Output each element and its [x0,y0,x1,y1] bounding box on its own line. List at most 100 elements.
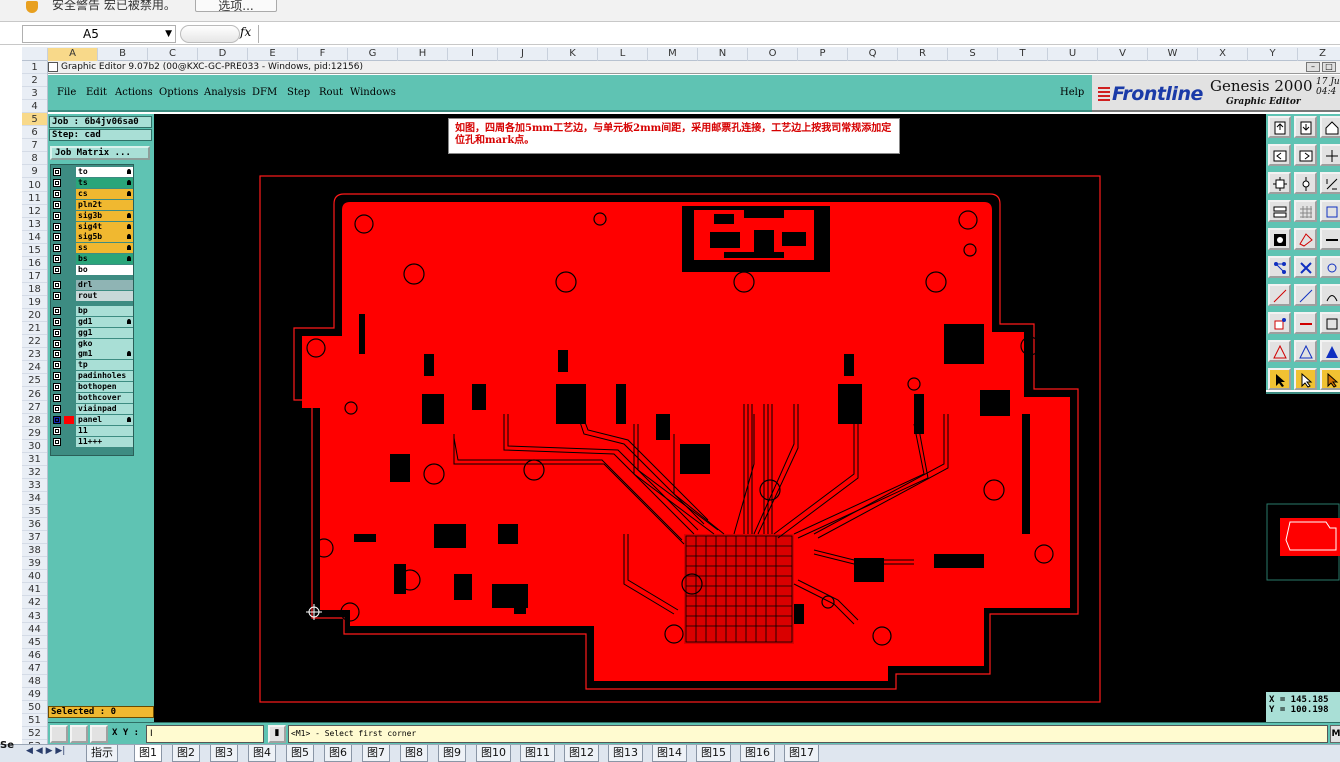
column-header[interactable]: K [548,48,598,61]
row-header[interactable]: 18 [22,283,47,297]
sheet-tab[interactable]: 图4 [248,745,276,762]
sheet-tab[interactable]: 图15 [696,745,731,762]
cross-icon[interactable] [1294,256,1317,278]
column-header[interactable]: I [448,48,498,61]
column-header[interactable]: P [798,48,848,61]
layer-checkbox[interactable] [53,437,61,446]
row-header[interactable]: 35 [22,505,47,519]
menu-options[interactable]: Options [159,87,198,98]
row-header[interactable]: 47 [22,662,47,675]
layer-checkbox[interactable] [53,222,61,231]
insert-function-icon[interactable]: fx [240,25,251,39]
menu-rout[interactable]: Rout [319,87,343,98]
layer-row[interactable]: viainpad [51,403,133,414]
fit-icon[interactable] [1268,172,1291,194]
select-all-corner[interactable] [22,48,48,61]
zoom-left-icon[interactable] [1268,144,1291,166]
row-header[interactable]: 33 [22,479,47,492]
row-header[interactable]: 23 [22,348,47,362]
row-header[interactable]: 3 [22,87,47,101]
column-header[interactable]: L [598,48,648,61]
layer-checkbox[interactable] [53,372,61,381]
formula-expand-button[interactable] [180,25,240,43]
sheet-tab[interactable]: 图6 [324,745,352,762]
column-header[interactable]: W [1148,48,1198,61]
column-header[interactable]: C [148,48,198,61]
sheet-tab[interactable]: 图8 [400,745,428,762]
sheet-tab[interactable]: 图3 [210,745,238,762]
menu-file[interactable]: File [57,87,76,98]
dash-icon[interactable] [1294,312,1317,334]
layer-checkbox[interactable] [53,168,61,176]
layer-checkbox[interactable] [53,244,61,253]
row-header[interactable]: 27 [22,401,47,414]
sheet-tab[interactable]: 图1 [134,745,162,762]
column-header[interactable]: E [248,48,298,61]
row-header[interactable]: 4 [22,100,47,114]
row-header[interactable]: 20 [22,309,47,323]
layers-icon[interactable] [1268,200,1291,222]
column-header[interactable]: B [98,48,148,61]
column-header[interactable]: D [198,48,248,61]
graphics-canvas[interactable] [154,114,1266,722]
layer-row[interactable]: bp [51,305,133,316]
layer-row[interactable]: pln2t [51,199,133,210]
row-header[interactable]: 39 [22,557,47,571]
layer-checkbox[interactable] [53,291,61,300]
column-header[interactable]: J [498,48,548,61]
column-header[interactable]: O [748,48,798,61]
layer-row[interactable]: bothcover [51,393,133,403]
column-header[interactable]: F [298,48,348,61]
row-header[interactable]: 15 [22,244,47,257]
row-header[interactable]: 43 [22,610,47,623]
row-header[interactable]: 46 [22,649,47,662]
sheet-tab[interactable]: 指示 [86,745,118,762]
line-icon[interactable] [1294,284,1317,306]
layer-checkbox[interactable] [53,426,61,435]
row-header[interactable]: 45 [22,636,47,649]
layer-checkbox[interactable] [53,415,61,424]
row-header[interactable]: 51 [22,714,47,727]
layer-row[interactable]: 11+++ [51,436,133,447]
layer-checkbox[interactable] [53,350,61,359]
home-icon[interactable] [1320,116,1340,138]
sheet-tab[interactable]: 图16 [740,745,775,762]
column-header[interactable]: U [1048,48,1098,61]
layer-row[interactable]: gd1 [51,316,133,327]
row-header[interactable]: 29 [22,427,47,440]
row-header[interactable]: 17 [22,270,47,283]
layer-checkbox[interactable] [53,306,61,315]
sheet-tab[interactable]: 图13 [608,745,643,762]
zoom-box-icon[interactable] [50,725,68,743]
select-line-icon[interactable] [1320,228,1340,250]
row-header[interactable]: 21 [22,322,47,336]
layer-row[interactable]: ts [51,177,133,188]
layer-row[interactable]: gm1 [51,349,133,360]
sheet-nav-arrows[interactable]: ◀ ◀ ▶ ▶| [26,746,65,756]
restore-button[interactable]: □ [1322,62,1336,72]
layer-row[interactable]: sig4t [51,221,133,232]
sheet-tab[interactable]: 图17 [784,745,819,762]
layer-row[interactable]: drl [51,280,133,290]
row-header[interactable]: 10 [22,179,47,192]
column-header[interactable]: Q [848,48,898,61]
row-header[interactable]: 42 [22,596,47,610]
minimize-button[interactable]: – [1306,62,1320,72]
layer-row[interactable]: bothopen [51,382,133,393]
row-header[interactable]: 26 [22,388,47,401]
layer-checkbox[interactable] [53,255,61,264]
row-header[interactable]: 19 [22,296,47,310]
center-icon[interactable] [1294,172,1317,194]
row-header[interactable]: 6 [22,126,47,140]
layer-checkbox[interactable] [53,266,61,275]
row-header[interactable]: 24 [22,361,47,375]
layer-row[interactable]: 11 [51,425,133,436]
menu-step[interactable]: Step [287,87,310,98]
row-header[interactable]: 22 [22,335,47,349]
layer-row[interactable]: sig3b [51,210,133,221]
layer-checkbox[interactable] [53,328,61,337]
column-header[interactable]: H [398,48,448,61]
layer-row[interactable]: bs [51,254,133,265]
row-header[interactable]: 40 [22,570,47,584]
row-header[interactable]: 8 [22,152,47,166]
